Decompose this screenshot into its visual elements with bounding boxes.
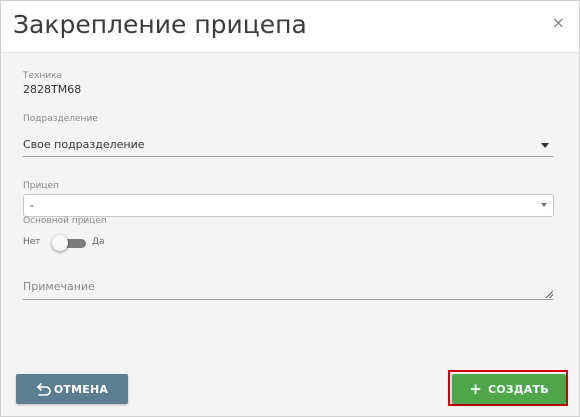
division-label: Подразделение xyxy=(23,114,98,124)
dialog-title: Закрепление прицепа xyxy=(13,10,307,39)
trailer-label: Прицеп xyxy=(23,181,59,191)
main-trailer-label: Основной прицеп xyxy=(23,216,107,226)
plus-icon: + xyxy=(469,379,482,398)
undo-icon xyxy=(37,383,51,396)
resize-handle-icon[interactable] xyxy=(546,291,553,298)
cancel-label: ОТМЕНА xyxy=(53,382,109,396)
vehicle-label: Техника xyxy=(23,71,63,81)
create-button[interactable]: + СОЗДАТЬ xyxy=(452,374,566,404)
trailer-selected-value: - xyxy=(30,199,34,212)
create-label: СОЗДАТЬ xyxy=(487,382,549,396)
trailer-attach-dialog: Закрепление прицепа × Техника 2828TM68 П… xyxy=(0,0,580,417)
main-trailer-switch[interactable] xyxy=(52,235,88,251)
vehicle-value: 2828TM68 xyxy=(23,83,82,96)
division-select[interactable]: Свое подразделение xyxy=(23,134,553,157)
close-icon[interactable]: × xyxy=(552,15,565,31)
main-trailer-toggle-row: Нет Да xyxy=(23,235,143,251)
toggle-on-label: Да xyxy=(92,237,105,247)
trailer-select[interactable]: - xyxy=(23,194,554,217)
cancel-button[interactable]: ОТМЕНА xyxy=(16,374,128,404)
switch-thumb xyxy=(52,235,68,251)
note-placeholder: Примечание xyxy=(23,280,95,293)
dialog-header: Закрепление прицепа × xyxy=(1,1,579,53)
dropdown-caret-icon xyxy=(541,143,549,148)
toggle-off-label: Нет xyxy=(23,237,41,247)
note-textarea[interactable]: Примечание xyxy=(23,273,553,300)
dropdown-caret-icon xyxy=(541,203,547,207)
division-selected-value: Свое подразделение xyxy=(23,138,145,151)
